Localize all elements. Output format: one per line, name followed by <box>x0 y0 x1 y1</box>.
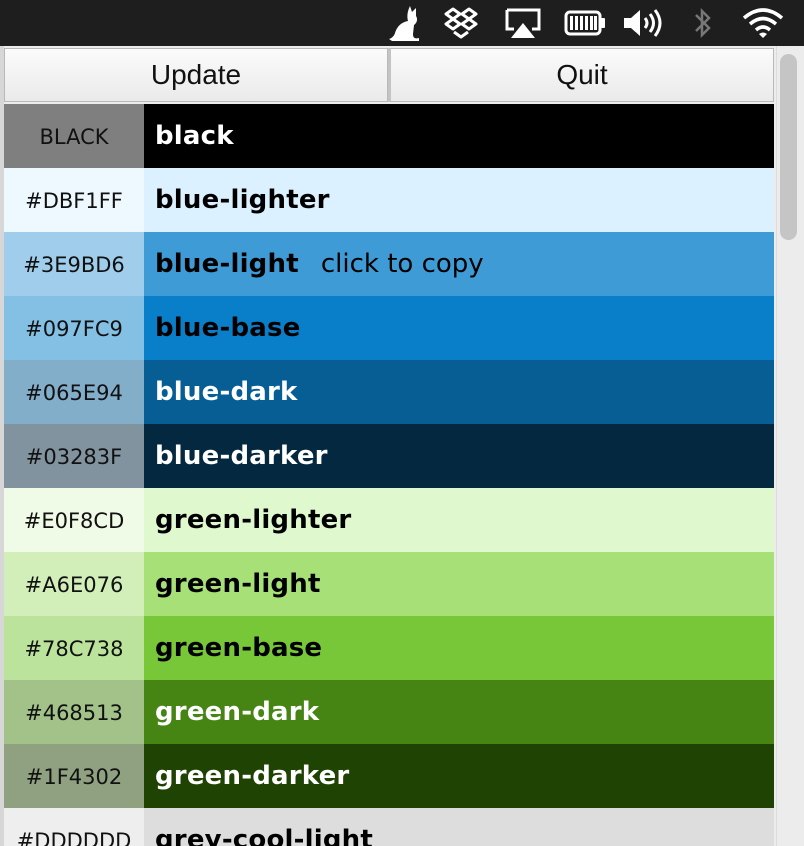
color-row-black[interactable]: BLACK black <box>4 104 774 168</box>
update-button[interactable]: Update <box>4 48 388 102</box>
color-swatch[interactable]: green-light <box>144 552 774 616</box>
color-name: green-darker <box>155 761 350 791</box>
color-name: blue-lighter <box>155 185 330 215</box>
color-swatch[interactable]: blue-darker <box>144 424 774 488</box>
color-list: BLACK black #DBF1FF blue-lighter #3E9BD6 blue… <box>4 104 774 846</box>
color-name: green-lighter <box>155 505 352 535</box>
color-hex-label: #DDDDDD <box>4 808 144 846</box>
quit-button[interactable]: Quit <box>388 48 774 102</box>
color-swatch[interactable]: grey-cool-light <box>144 808 774 846</box>
color-swatch[interactable]: black <box>144 104 774 168</box>
copy-hint: click to copy <box>320 249 484 279</box>
color-swatch[interactable]: green-lighter <box>144 488 774 552</box>
color-row-blue-dark[interactable]: #065E94 blue-dark <box>4 360 774 424</box>
color-swatch[interactable]: blue-light click to copy <box>144 232 774 296</box>
color-name: green-light <box>155 569 321 599</box>
color-name: blue-darker <box>155 441 328 471</box>
color-row-blue-lighter[interactable]: #DBF1FF blue-lighter <box>4 168 774 232</box>
volume-icon[interactable] <box>621 0 667 46</box>
color-swatch[interactable]: blue-base <box>144 296 774 360</box>
color-row-blue-light[interactable]: #3E9BD6 blue-light click to copy <box>4 232 774 296</box>
color-hex-label: #E0F8CD <box>4 488 144 552</box>
color-swatch[interactable]: green-base <box>144 616 774 680</box>
color-hex-label: #097FC9 <box>4 296 144 360</box>
color-swatch[interactable]: blue-dark <box>144 360 774 424</box>
color-hex-label: #3E9BD6 <box>4 232 144 296</box>
popover-content: Update Quit BLACK black #DBF1FF blue-lighte… <box>4 46 774 846</box>
color-name: black <box>155 121 234 151</box>
bluetooth-icon[interactable] <box>690 0 716 46</box>
color-name: green-dark <box>155 697 320 727</box>
color-hex-label: #03283F <box>4 424 144 488</box>
color-hex-label: #A6E076 <box>4 552 144 616</box>
color-row-grey-cool-light[interactable]: #DDDDDD grey-cool-light <box>4 808 774 846</box>
color-row-blue-darker[interactable]: #03283F blue-darker <box>4 424 774 488</box>
color-hex-label: #065E94 <box>4 360 144 424</box>
button-bar: Update Quit <box>4 48 774 104</box>
color-row-green-base[interactable]: #78C738 green-base <box>4 616 774 680</box>
airplay-icon[interactable] <box>503 0 543 46</box>
color-swatch[interactable]: green-darker <box>144 744 774 808</box>
color-row-green-dark[interactable]: #468513 green-dark <box>4 680 774 744</box>
color-row-green-lighter[interactable]: #E0F8CD green-lighter <box>4 488 774 552</box>
color-swatch[interactable]: blue-lighter <box>144 168 774 232</box>
color-name: blue-base <box>155 313 301 343</box>
wifi-icon[interactable] <box>741 0 785 46</box>
color-name: blue-light <box>155 249 299 279</box>
color-hex-label: BLACK <box>4 104 144 168</box>
color-hex-label: #468513 <box>4 680 144 744</box>
color-name: grey-cool-light <box>155 825 374 846</box>
scrollbar-thumb[interactable] <box>780 54 797 240</box>
color-palette-popover: Update Quit BLACK black #DBF1FF blue-lighte… <box>0 46 804 846</box>
cat-icon[interactable] <box>385 0 423 46</box>
color-hex-label: #78C738 <box>4 616 144 680</box>
color-row-green-light[interactable]: #A6E076 green-light <box>4 552 774 616</box>
battery-icon[interactable] <box>563 0 607 46</box>
color-name: green-base <box>155 633 323 663</box>
menu-bar <box>0 0 804 46</box>
color-row-green-darker[interactable]: #1F4302 green-darker <box>4 744 774 808</box>
color-hex-label: #1F4302 <box>4 744 144 808</box>
color-swatch[interactable]: green-dark <box>144 680 774 744</box>
color-row-blue-base[interactable]: #097FC9 blue-base <box>4 296 774 360</box>
color-hex-label: #DBF1FF <box>4 168 144 232</box>
dropbox-icon[interactable] <box>443 0 479 46</box>
color-name: blue-dark <box>155 377 298 407</box>
